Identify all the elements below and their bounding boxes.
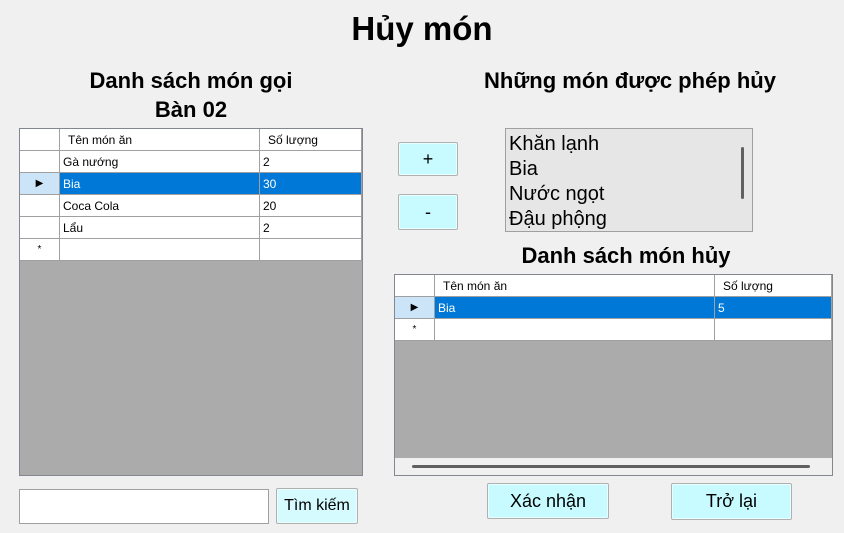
current-row-arrow-icon: ▶ — [35, 178, 44, 189]
horizontal-scrollbar-track[interactable] — [395, 458, 832, 475]
cell-name[interactable]: Lẩu — [60, 217, 260, 239]
row-header[interactable] — [20, 151, 60, 173]
add-button[interactable]: + — [398, 142, 458, 176]
grid-header-row: Tên món ăn Số lượng — [20, 129, 362, 151]
row-header[interactable] — [20, 195, 60, 217]
list-item[interactable]: Đậu phộng — [506, 207, 752, 232]
back-button[interactable]: Trở lại — [671, 483, 792, 520]
row-header-corner — [395, 275, 435, 297]
cell-qty-new[interactable] — [715, 319, 832, 341]
table-row[interactable]: Lẩu 2 — [20, 217, 362, 239]
cell-qty[interactable]: 30 — [260, 173, 362, 195]
search-button[interactable]: Tìm kiếm — [276, 488, 358, 524]
allowed-items-heading: Những món được phép hủy — [484, 68, 776, 93]
cell-qty[interactable]: 2 — [260, 217, 362, 239]
confirm-button[interactable]: Xác nhận — [487, 483, 609, 519]
table-row[interactable]: Gà nướng 2 — [20, 151, 362, 173]
horizontal-scrollbar-thumb[interactable] — [412, 465, 810, 468]
current-row-arrow-icon: ▶ — [410, 302, 419, 313]
cell-name[interactable]: Gà nướng — [60, 151, 260, 173]
ordered-items-grid[interactable]: Tên món ăn Số lượng Gà nướng 2 ▶ Bia 30 … — [19, 128, 363, 476]
row-header[interactable]: ▶ — [20, 173, 60, 195]
listbox-scrollbar[interactable] — [741, 147, 744, 199]
remove-button[interactable]: - — [398, 194, 458, 230]
allowed-items-listbox[interactable]: Khăn lạnh Bia Nước ngọt Đậu phộng — [505, 128, 753, 232]
cell-qty[interactable]: 20 — [260, 195, 362, 217]
page-title: Hủy món — [351, 10, 493, 47]
new-row[interactable]: * — [395, 319, 832, 341]
new-row-marker[interactable]: * — [20, 239, 60, 261]
cell-qty[interactable]: 2 — [260, 151, 362, 173]
column-header-qty[interactable]: Số lượng — [715, 275, 832, 297]
row-header[interactable]: ▶ — [395, 297, 435, 319]
cancelled-items-grid[interactable]: Tên món ăn Số lượng ▶ Bia 5 * — [394, 274, 833, 476]
row-header[interactable] — [20, 217, 60, 239]
new-row-marker[interactable]: * — [395, 319, 435, 341]
table-row-selected[interactable]: ▶ Bia 30 — [20, 173, 362, 195]
table-row-selected[interactable]: ▶ Bia 5 — [395, 297, 832, 319]
table-number-heading: Bàn 02 — [154, 97, 228, 122]
table-row[interactable]: Coca Cola 20 — [20, 195, 362, 217]
cell-name-new[interactable] — [60, 239, 260, 261]
column-header-qty[interactable]: Số lượng — [260, 129, 362, 151]
new-row[interactable]: * — [20, 239, 362, 261]
cell-name[interactable]: Bia — [435, 297, 715, 319]
ordered-list-heading: Danh sách món gọi — [89, 68, 293, 93]
cell-name[interactable]: Coca Cola — [60, 195, 260, 217]
cell-name-new[interactable] — [435, 319, 715, 341]
list-item[interactable]: Khăn lạnh — [506, 132, 752, 157]
cell-qty[interactable]: 5 — [715, 297, 832, 319]
list-item[interactable]: Nước ngọt — [506, 182, 752, 207]
column-header-name[interactable]: Tên món ăn — [60, 129, 260, 151]
cell-qty-new[interactable] — [260, 239, 362, 261]
search-input[interactable] — [19, 489, 269, 524]
row-header-corner — [20, 129, 60, 151]
column-header-name[interactable]: Tên món ăn — [435, 275, 715, 297]
list-item[interactable]: Bia — [506, 157, 752, 182]
cancel-list-heading: Danh sách món hủy — [521, 243, 731, 268]
cell-name[interactable]: Bia — [60, 173, 260, 195]
grid-header-row: Tên món ăn Số lượng — [395, 275, 832, 297]
